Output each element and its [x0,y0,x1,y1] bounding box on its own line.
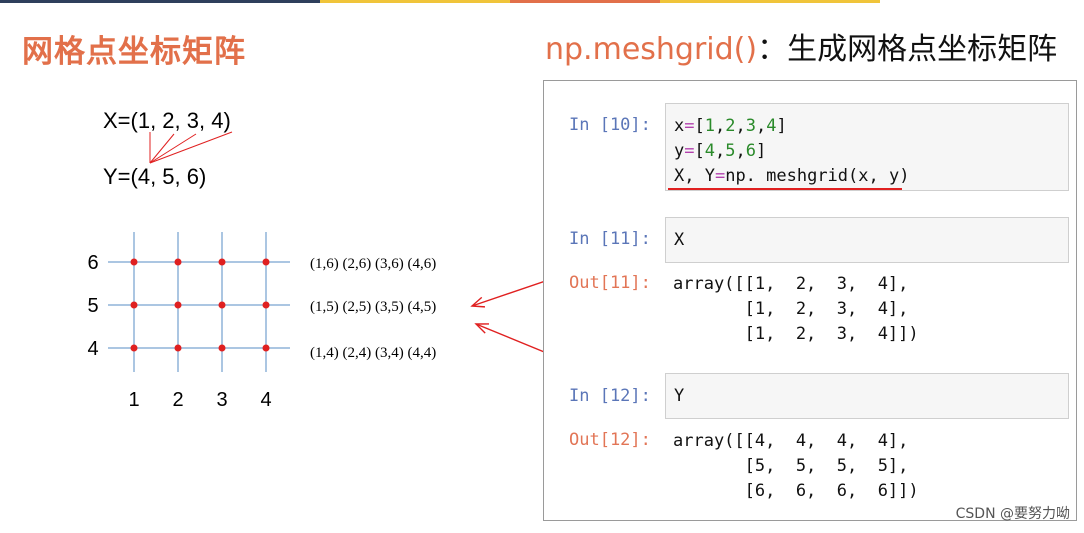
right-title: np.meshgrid()：生成网格点坐标矩阵 [545,24,1057,68]
cell3-output-line1: array([[4, 4, 4, 4], [673,431,909,451]
grid-point-0-0 [130,258,138,266]
jupyter-notebook: In [10]: x=[1,2,3,4] y=[4,5,6] X, Y=np. … [543,80,1077,521]
cell1-input[interactable]: x=[1,2,3,4] y=[4,5,6] X, Y=np. meshgrid(… [665,103,1069,191]
mapping-line-2 [149,133,175,164]
cell1-line2: y=[4,5,6] [674,141,767,161]
cell3-output-line2: [5, 5, 5, 5], [673,456,909,476]
cell2-output-line1: array([[1, 2, 3, 4], [673,274,909,294]
cell3-input[interactable]: Y [665,373,1069,419]
grid-point-2-3 [262,344,270,352]
x-tick-label: 2 [172,389,183,411]
cell3-code: Y [674,386,685,406]
coord-row-y4: (1,4) (2,4) (3,4) (4,4) [310,345,437,361]
x-tick-label: 3 [216,389,227,411]
cell1-underline [668,188,902,190]
cell2-out-prompt: Out[11]: [569,273,651,293]
mapping-line-3 [149,133,197,164]
left-title: 网格点坐标矩阵 [22,34,246,70]
grid-point-1-3 [262,301,270,309]
x-tick-label: 1 [128,389,139,411]
grid-point-2-1 [174,344,182,352]
y-tick-label: 6 [87,252,98,274]
cell1-line1: x=[1,2,3,4] [674,116,787,136]
arrow-from-y-cell-head [474,323,490,334]
cell1-in-prompt: In [10]: [569,115,651,135]
cell1-line3: X, Y=np. meshgrid(x, y) [674,166,910,186]
cell2-input[interactable]: X [665,217,1069,263]
y-tick-label: 5 [87,295,98,317]
grid-point-0-3 [262,258,270,266]
grid-points [130,258,270,352]
grid-point-2-2 [218,344,226,352]
cell3-output-line3: [6, 6, 6, 6]]) [673,481,919,501]
mapping-lines [149,131,233,164]
grid-point-1-1 [174,301,182,309]
coord-row-y6: (1,6) (2,6) (3,6) (4,6) [310,256,437,272]
x-tick-label: 4 [260,389,271,411]
arrow-from-x-cell-head [470,296,486,308]
cell2-in-prompt: In [11]: [569,229,651,249]
grid-point-1-2 [218,301,226,309]
cell3-in-prompt: In [12]: [569,386,651,406]
cell2-code: X [674,230,685,250]
mapping-line-4 [149,131,233,164]
x-vector: X=(1, 2, 3, 4) [103,108,231,133]
function-name: np.meshgrid() [545,32,758,67]
grid-point-0-2 [218,258,226,266]
grid-point-1-0 [130,301,138,309]
grid-lines [108,232,290,372]
coord-row-y5: (1,5) (2,5) (3,5) (4,5) [310,299,437,315]
y-vector: Y=(4, 5, 6) [103,164,207,189]
top-accent-bar [0,0,1084,3]
cell2-output-line3: [1, 2, 3, 4]]) [673,324,919,344]
function-description: ：生成网格点坐标矩阵 [757,32,1058,67]
grid-point-0-1 [174,258,182,266]
grid-point-2-0 [130,344,138,352]
cell3-out-prompt: Out[12]: [569,430,651,450]
cell2-output-line2: [1, 2, 3, 4], [673,299,909,319]
watermark: CSDN @要努力呦 [955,506,1070,522]
tick-labels: 1 2 3 4 6 5 4 [87,252,271,411]
y-tick-label: 4 [87,338,98,360]
